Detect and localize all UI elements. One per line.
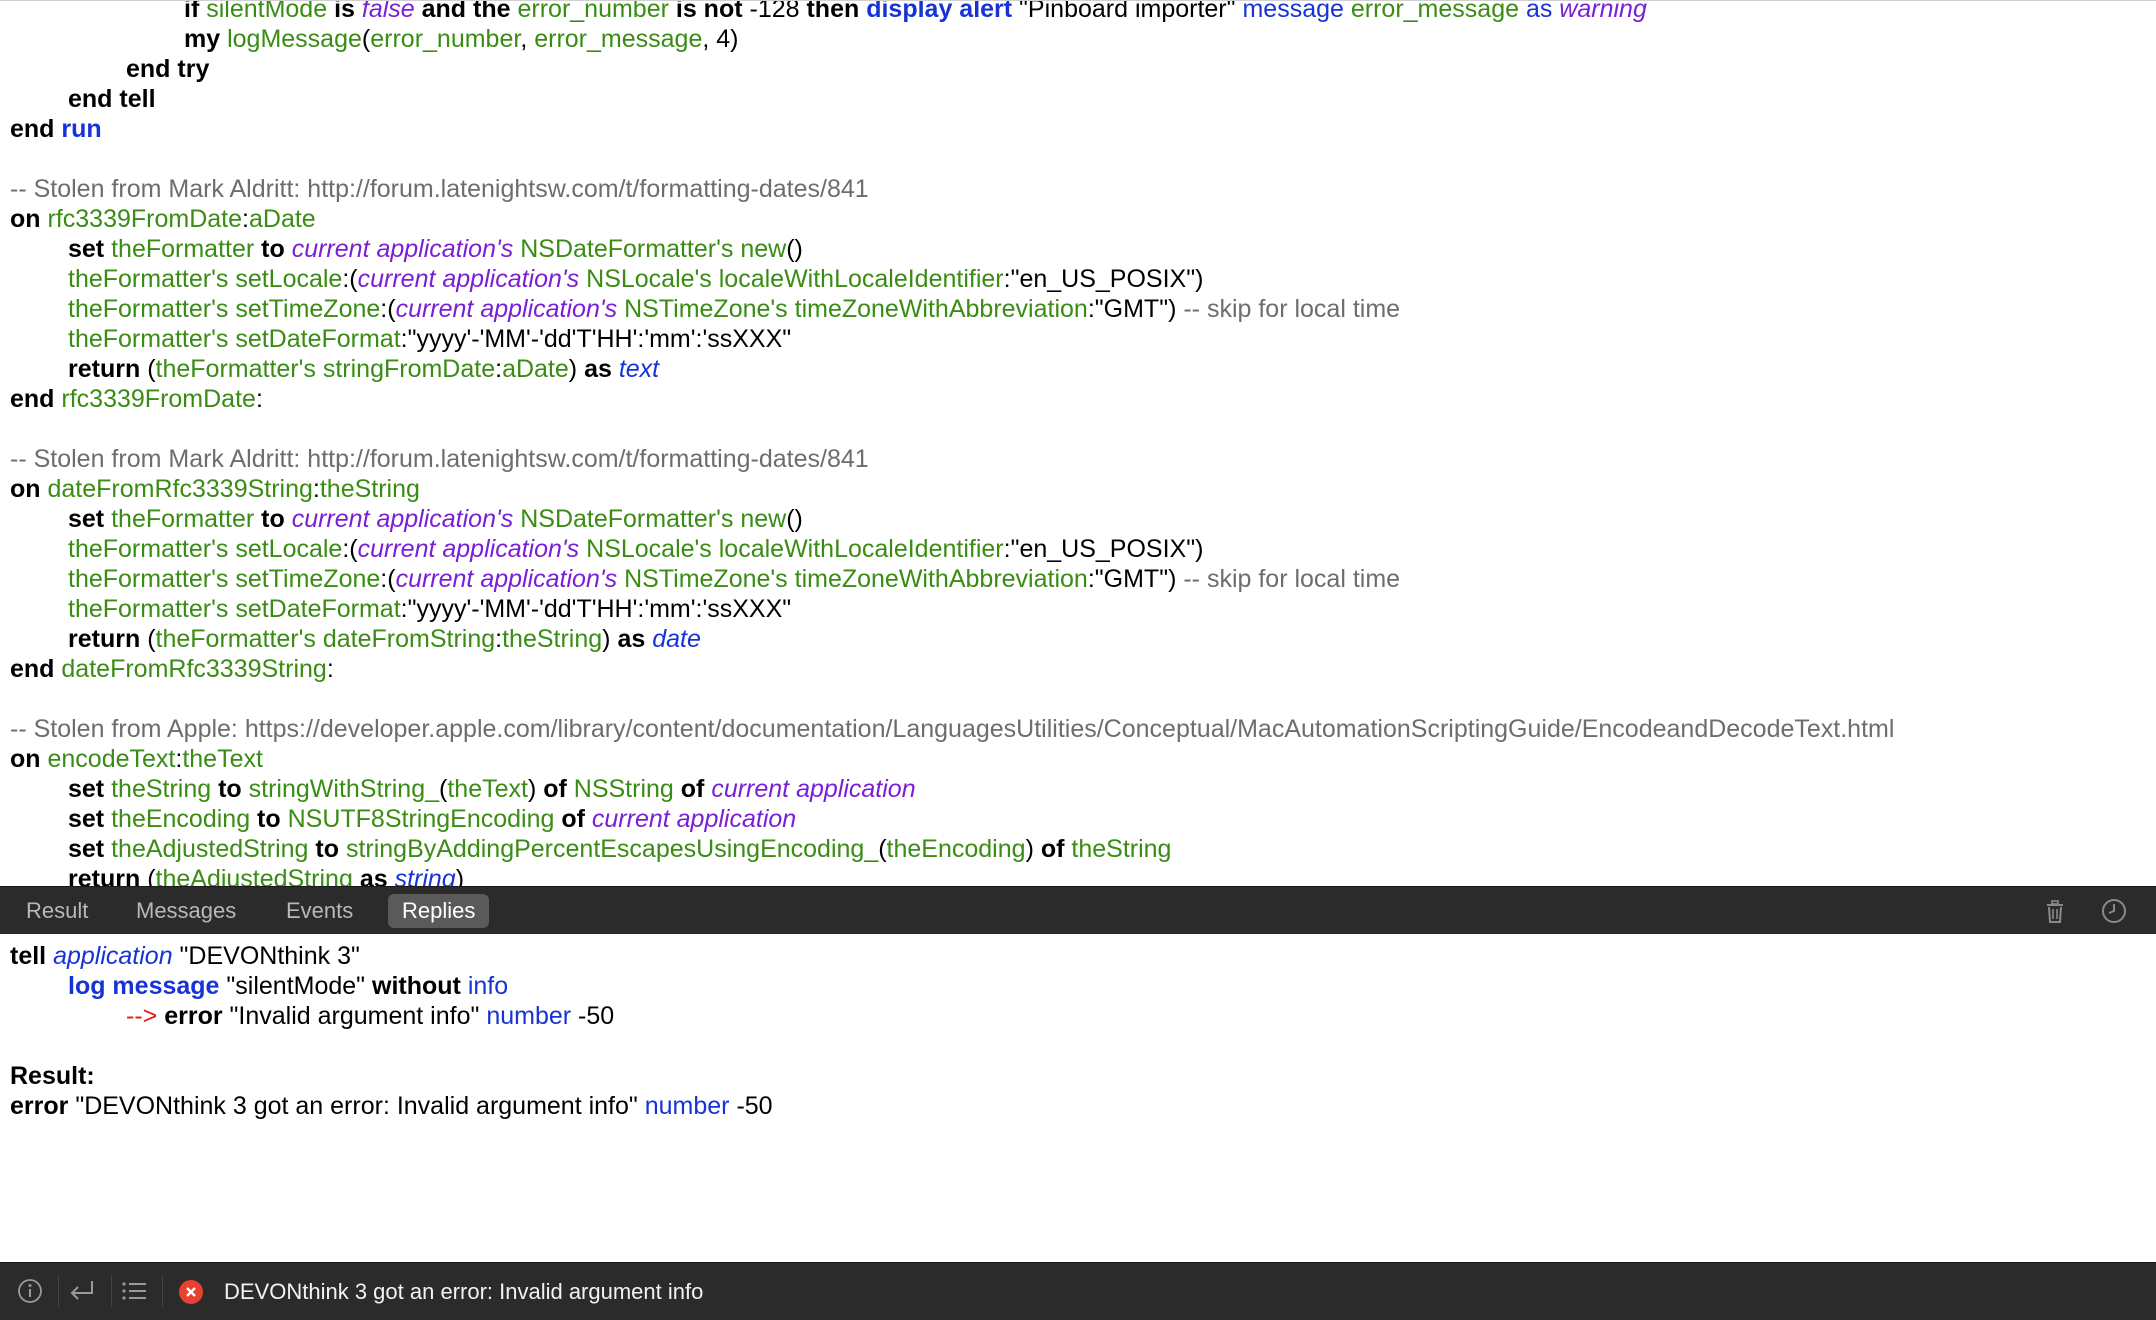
code-line: return (theAdjustedString as string) — [68, 865, 465, 886]
script-editor[interactable]: if silentMode is false and the error_num… — [0, 0, 2156, 886]
code-comment: -- Stolen from Apple: https://developer.… — [10, 715, 1895, 743]
code-line: theFormatter's setLocale:(current applic… — [68, 265, 1204, 293]
clock-icon[interactable] — [2100, 897, 2128, 925]
code-line: theFormatter's setTimeZone:(current appl… — [68, 565, 1401, 593]
code-comment: -- Stolen from Mark Aldritt: http://foru… — [10, 175, 869, 203]
handler-end: end dateFromRfc3339String: — [10, 655, 334, 683]
code-line: set theFormatter to current application'… — [68, 235, 803, 263]
tab-replies[interactable]: Replies — [388, 894, 490, 928]
replies-output[interactable]: tell application "DEVONthink 3" log mess… — [0, 934, 2156, 1262]
code-line: set theAdjustedString to stringByAddingP… — [68, 835, 1172, 863]
tab-result[interactable]: Result — [12, 894, 102, 928]
handler-header: on rfc3339FromDate:aDate — [10, 205, 316, 233]
code-line: return (theFormatter's stringFromDate:aD… — [68, 355, 660, 383]
handler-header: on dateFromRfc3339String:theString — [10, 475, 420, 503]
code-line: end run — [10, 115, 102, 143]
result-label: Result: — [10, 1062, 95, 1090]
status-message: DEVONthink 3 got an error: Invalid argum… — [224, 1279, 704, 1304]
code-line: end tell — [68, 85, 156, 113]
reply-line: tell application "DEVONthink 3" — [10, 942, 360, 970]
handler-header: on encodeText:theText — [10, 745, 263, 773]
code-comment: -- Stolen from Mark Aldritt: http://foru… — [10, 445, 869, 473]
code-line: set theFormatter to current application'… — [68, 505, 803, 533]
log-tab-bar: Result Messages Events Replies — [0, 886, 2156, 934]
code-line: return (theFormatter's dateFromString:th… — [68, 625, 701, 653]
tab-events[interactable]: Events — [272, 894, 367, 928]
code-line: my logMessage(error_number, error_messag… — [184, 25, 739, 53]
code-line: theFormatter's setTimeZone:(current appl… — [68, 295, 1401, 323]
result-value: error "DEVONthink 3 got an error: Invali… — [10, 1092, 773, 1120]
code-line: set theEncoding to NSUTF8StringEncoding … — [68, 805, 797, 833]
code-line: theFormatter's setDateFormat:"yyyy'-'MM'… — [68, 325, 792, 353]
divider — [58, 1275, 59, 1307]
handler-end: end rfc3339FromDate: — [10, 385, 263, 413]
reply-line: --> error "Invalid argument info" number… — [126, 1002, 615, 1030]
tab-messages[interactable]: Messages — [122, 894, 250, 928]
reply-line: log message "silentMode" without info — [68, 972, 509, 1000]
code-line: end try — [126, 55, 210, 83]
code-line: theFormatter's setLocale:(current applic… — [68, 535, 1204, 563]
code-line: theFormatter's setDateFormat:"yyyy'-'MM'… — [68, 595, 792, 623]
status-bar: DEVONthink 3 got an error: Invalid argum… — [0, 1262, 2156, 1320]
code-line: if silentMode is false and the error_num… — [184, 0, 1647, 23]
divider — [162, 1275, 163, 1307]
error-icon — [179, 1280, 203, 1304]
code-line: set theString to stringWithString_(theTe… — [68, 775, 916, 803]
list-icon[interactable] — [112, 1273, 156, 1309]
trash-icon[interactable] — [2041, 897, 2069, 925]
info-icon[interactable] — [8, 1273, 52, 1309]
return-arrow-icon[interactable] — [60, 1273, 104, 1309]
